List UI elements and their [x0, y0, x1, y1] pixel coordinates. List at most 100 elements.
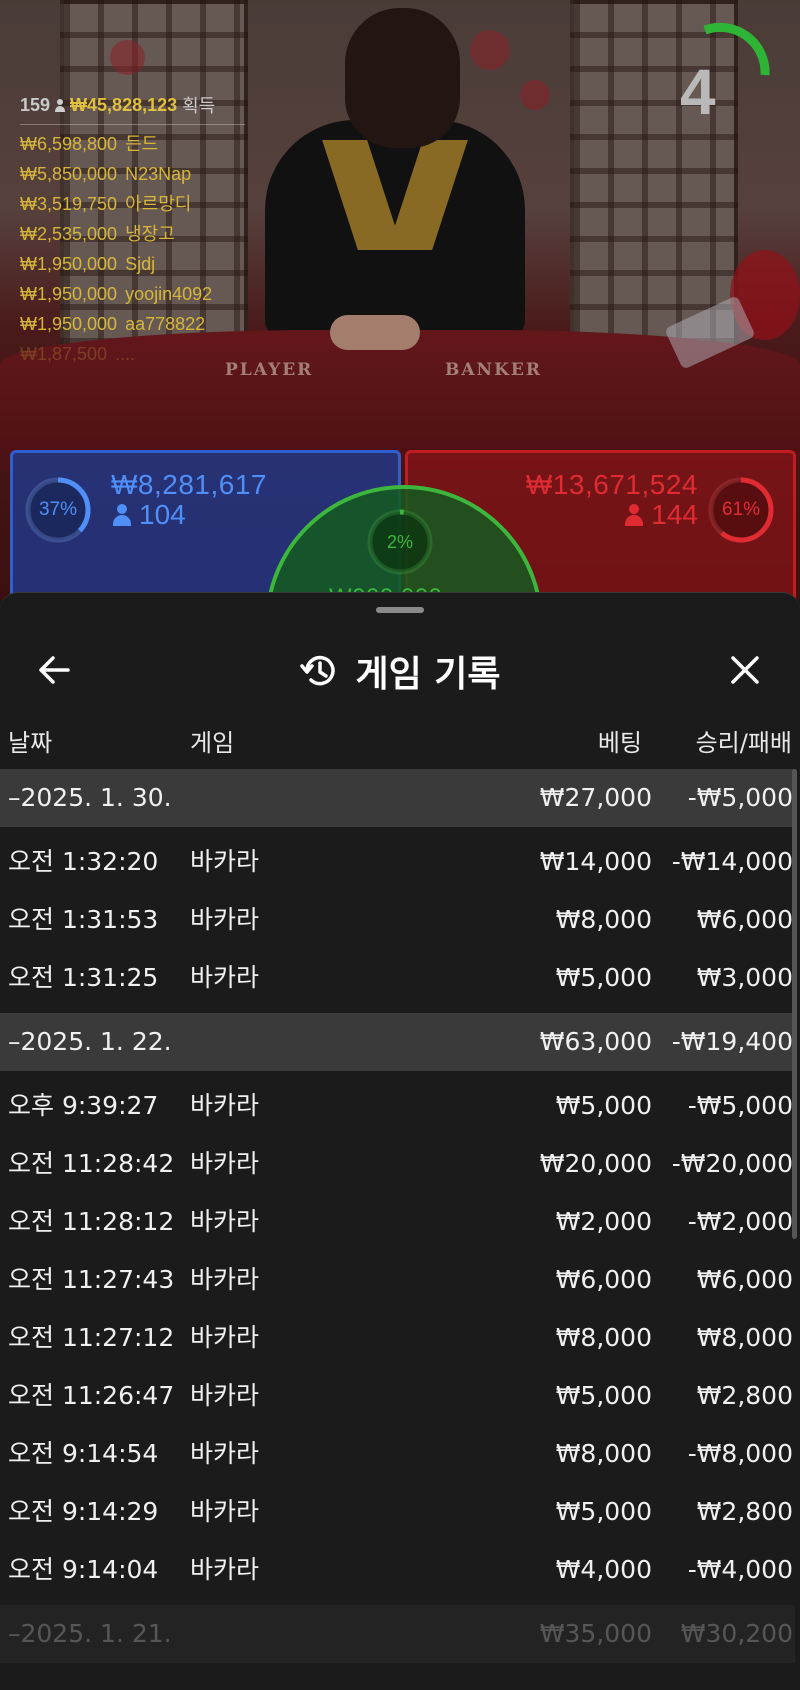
- row-bet: ₩2,000: [555, 1207, 652, 1236]
- winner-row: ₩2,535,000 냉장고: [20, 219, 245, 249]
- row-result: ₩6,000: [696, 1265, 793, 1294]
- row-game: 바카라: [190, 847, 260, 876]
- row-game: 바카라: [190, 963, 260, 992]
- row-game: 바카라: [190, 1497, 260, 1526]
- winner-amount: ₩3,519,750: [20, 194, 118, 214]
- row-time: 오전 9:14:29: [8, 1497, 159, 1526]
- column-header-game: 게임: [190, 729, 235, 757]
- tie-percent: 2%: [386, 532, 413, 552]
- winner-name: Sjdj: [125, 254, 156, 274]
- row-bet: ₩4,000: [555, 1555, 652, 1584]
- table-row[interactable]: 오전 11:26:47 바카라 ₩5,000 ₩2,800: [0, 1367, 795, 1425]
- row-bet: ₩8,000: [555, 1323, 652, 1352]
- winner-name: aa778822: [125, 314, 206, 334]
- row-game: 바카라: [190, 1207, 260, 1236]
- row-time: 오전 11:27:43: [8, 1265, 175, 1294]
- row-result: -₩8,000: [687, 1439, 793, 1468]
- winner-row: ₩1,87,500....: [20, 339, 245, 369]
- winner-name: 냉장고: [125, 224, 175, 244]
- row-bet: ₩20,000: [539, 1149, 652, 1178]
- scrollbar[interactable]: [792, 769, 797, 1239]
- game-history-sheet: 게임 기록 날짜 게임 베팅 승리/패배 –2025. 1. 30. ₩27,00…: [0, 592, 800, 1690]
- row-result: -₩2,000: [687, 1207, 793, 1236]
- history-icon: [300, 655, 336, 685]
- back-arrow-icon[interactable]: [30, 645, 80, 695]
- winner-amount: ₩1,87,500: [20, 344, 108, 364]
- row-time: 오전 11:26:47: [8, 1381, 175, 1410]
- winners-total: ₩45,828,123: [70, 94, 178, 115]
- row-result: -₩5,000: [687, 783, 793, 812]
- winners-count: 159: [20, 94, 51, 115]
- row-bet: ₩27,000: [539, 783, 652, 812]
- column-header-result: 승리/패배: [695, 729, 792, 757]
- table-row[interactable]: 오전 1:31:53 바카라 ₩8,000 ₩6,000: [0, 891, 795, 949]
- table-row[interactable]: 오전 9:14:04 바카라 ₩4,000 -₩4,000: [0, 1541, 795, 1599]
- date-group-row[interactable]: –2025. 1. 30. ₩27,000 -₩5,000: [0, 769, 795, 827]
- row-time: 오후 9:39:27: [8, 1091, 159, 1120]
- player-bettor-count: 104: [139, 499, 186, 530]
- winner-amount: ₩6,598,800: [20, 134, 118, 154]
- table-row[interactable]: 오전 9:14:29 바카라 ₩5,000 ₩2,800: [0, 1483, 795, 1541]
- table-row[interactable]: 오전 1:32:20 바카라 ₩14,000 -₩14,000: [0, 833, 795, 891]
- row-time: 오전 9:14:54: [8, 1439, 159, 1468]
- row-time: 오전 1:31:25: [8, 963, 159, 992]
- person-icon: [113, 504, 131, 526]
- winner-name: ....: [115, 344, 136, 364]
- row-result: ₩30,200: [680, 1619, 793, 1648]
- table-row[interactable]: 오전 11:28:12 바카라 ₩2,000 -₩2,000: [0, 1193, 795, 1251]
- row-bet: ₩35,000: [539, 1619, 652, 1648]
- table-row[interactable]: 오전 1:31:25 바카라 ₩5,000 ₩3,000: [0, 949, 795, 1007]
- column-header-bet: 베팅: [597, 729, 642, 757]
- player-percent: 37%: [38, 499, 78, 520]
- date-group-row[interactable]: –2025. 1. 22. ₩63,000 -₩19,400: [0, 1013, 795, 1071]
- row-result: -₩4,000: [687, 1555, 793, 1584]
- row-game: 바카라: [190, 905, 260, 934]
- row-time: 오전 1:31:53: [8, 905, 159, 934]
- winner-amount: ₩2,535,000: [20, 224, 118, 244]
- column-header-date: 날짜: [8, 729, 53, 757]
- date-group-row[interactable]: –2025. 1. 21. ₩35,000 ₩30,200: [0, 1605, 795, 1663]
- row-bet: ₩5,000: [555, 1497, 652, 1526]
- row-bet: ₩8,000: [555, 905, 652, 934]
- winner-row: ₩1,950,000 Sjdj: [20, 249, 245, 279]
- divider: [20, 124, 245, 125]
- table-row[interactable]: 오전 9:14:54 바카라 ₩8,000 -₩8,000: [0, 1425, 795, 1483]
- drag-handle[interactable]: [376, 607, 424, 613]
- winner-row: ₩5,850,000 N23Nap: [20, 159, 245, 189]
- table-row[interactable]: 오전 11:28:42 바카라 ₩20,000 -₩20,000: [0, 1135, 795, 1193]
- table-row[interactable]: 오후 9:39:27 바카라 ₩5,000 -₩5,000: [0, 1077, 795, 1135]
- winner-name: 아르망디: [125, 194, 192, 214]
- close-icon[interactable]: [720, 645, 770, 695]
- row-bet: ₩14,000: [539, 847, 652, 876]
- winner-amount: ₩5,850,000: [20, 164, 118, 184]
- row-result: -₩20,000: [671, 1149, 793, 1178]
- history-list[interactable]: –2025. 1. 30. ₩27,000 -₩5,000 오전 1:32:20 바카라…: [0, 769, 795, 1669]
- row-result: ₩2,800: [696, 1497, 793, 1526]
- row-bet: ₩63,000: [539, 1027, 652, 1056]
- winner-amount: ₩1,950,000: [20, 254, 118, 274]
- table-row[interactable]: 오전 11:27:43 바카라 ₩6,000 ₩6,000: [0, 1251, 795, 1309]
- row-result: -₩5,000: [687, 1091, 793, 1120]
- row-bet: ₩8,000: [555, 1439, 652, 1468]
- row-result: ₩2,800: [696, 1381, 793, 1410]
- row-game: 바카라: [190, 1091, 260, 1120]
- row-result: -₩14,000: [671, 847, 793, 876]
- row-game: 바카라: [190, 1323, 260, 1352]
- winner-row: ₩3,519,750 아르망디: [20, 189, 245, 219]
- row-time: 오전 11:28:42: [8, 1149, 175, 1178]
- row-result: ₩6,000: [696, 905, 793, 934]
- winners-total-label: 획득: [182, 96, 216, 116]
- row-time: 오전 11:28:12: [8, 1207, 175, 1236]
- winner-amount: ₩1,950,000: [20, 314, 118, 334]
- winner-name: 든드: [125, 134, 159, 154]
- banker-bet-count: 144: [625, 499, 698, 531]
- row-time: –2025. 1. 30.: [8, 783, 172, 812]
- row-game: 바카라: [190, 1381, 260, 1410]
- row-time: 오전 1:32:20: [8, 847, 159, 876]
- winner-name: yoojin4092: [125, 284, 213, 304]
- person-icon: [55, 98, 66, 112]
- table-row[interactable]: 오전 11:27:12 바카라 ₩8,000 ₩8,000: [0, 1309, 795, 1367]
- row-game: 바카라: [190, 1265, 260, 1294]
- row-game: 바카라: [190, 1439, 260, 1468]
- row-result: -₩19,400: [671, 1027, 793, 1056]
